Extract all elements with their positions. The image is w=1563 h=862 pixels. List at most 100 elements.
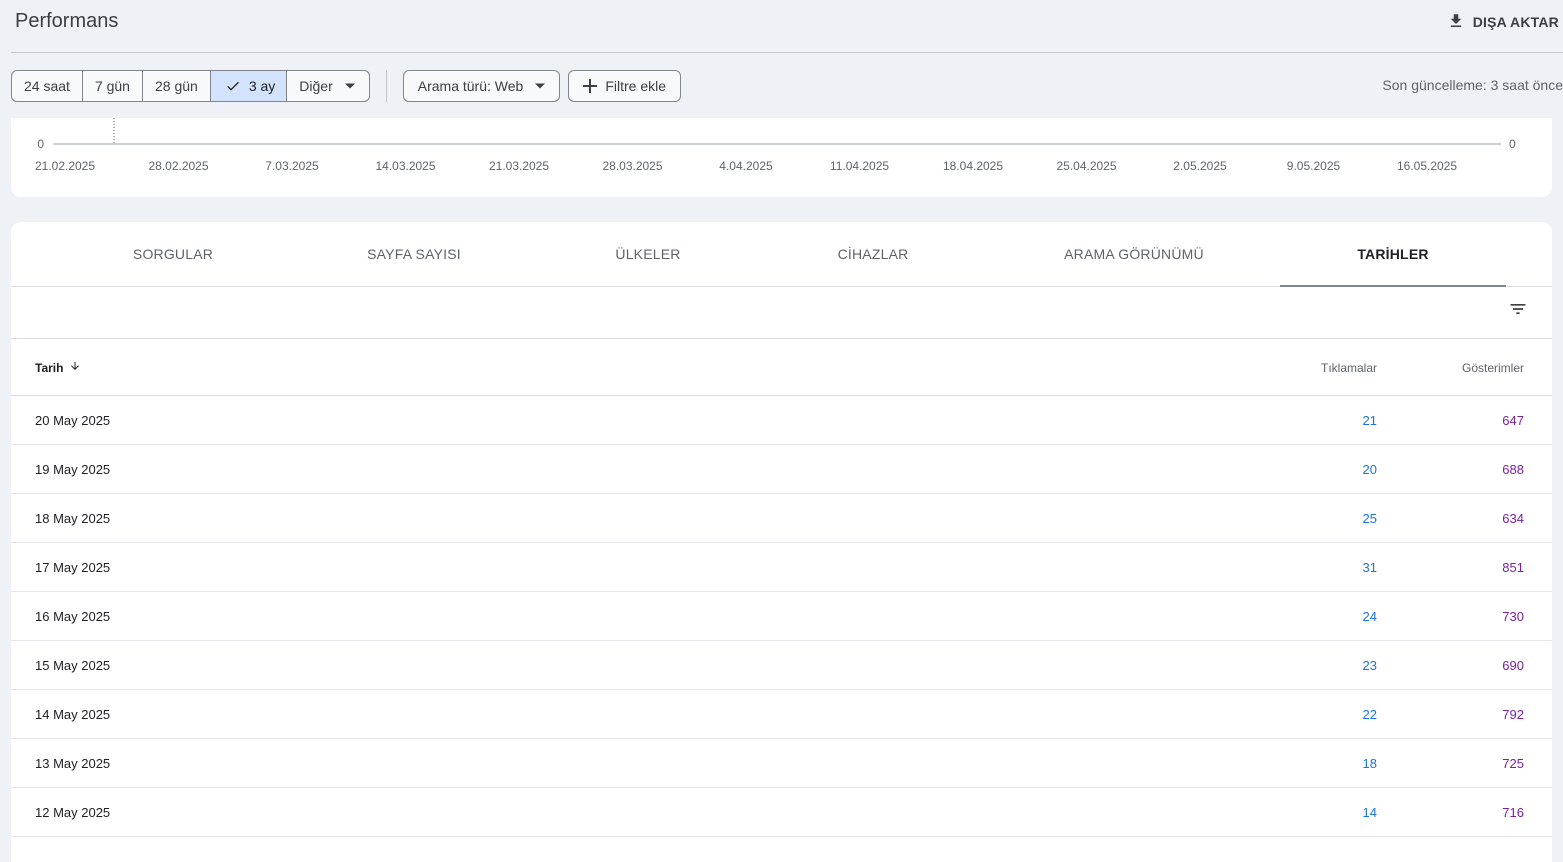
date-range-3m[interactable]: 3 ay [210,71,288,101]
filter-toolbar: 24 saat 7 gün 28 gün 3 ay Diğer Arama tü… [11,70,681,102]
add-filter-label: Filtre ekle [605,78,666,94]
x-axis-tick-label: 21.02.2025 [35,159,95,173]
cell-impressions: 634 [1502,511,1524,526]
results-card: SORGULAR SAYFA SAYISI ÜLKELER CİHAZLAR A… [11,222,1552,862]
date-range-other[interactable]: Diğer [287,71,368,101]
tab-label: ÜLKELER [615,246,681,262]
cell-impressions: 730 [1502,609,1524,624]
date-range-label: 7 gün [94,78,130,94]
tab-pages[interactable]: SAYFA SAYISI [314,222,514,286]
cell-clicks: 22 [1362,707,1377,722]
table-row[interactable]: 17 May 2025 31 851 [11,543,1552,592]
cell-date: 13 May 2025 [35,756,111,771]
x-axis-tick-label: 18.04.2025 [943,159,1003,173]
chart-svg: 0 0 21.02.2025 28.02.2025 7.03.2025 14.03.2… [35,118,1516,173]
cell-impressions: 725 [1502,756,1524,771]
plus-icon [583,79,598,93]
table-row[interactable]: 15 May 2025 23 690 [11,641,1552,690]
x-axis-tick-label: 16.05.2025 [1397,159,1457,173]
cell-date: 20 May 2025 [35,413,111,428]
cell-clicks: 31 [1362,560,1377,575]
x-axis-tick-label: 21.03.2025 [489,159,549,173]
date-range-label: 24 saat [24,78,70,94]
header-divider [11,52,1563,53]
tab-label: SORGULAR [132,246,214,262]
cell-impressions: 688 [1502,462,1524,477]
tab-search-appearance[interactable]: ARAMA GÖRÜNÜMÜ [1034,222,1234,286]
y-axis-left-zero: 0 [37,137,44,151]
tab-label: SAYFA SAYISI [367,246,461,262]
date-range-selector: 24 saat 7 gün 28 gün 3 ay Diğer [11,70,370,102]
table-row[interactable]: 12 May 2025 14 716 [11,788,1552,837]
column-header-clicks[interactable]: Tıklamalar [1321,361,1377,375]
cell-clicks: 25 [1362,511,1377,526]
x-axis-tick-label: 4.04.2025 [719,159,773,173]
cell-clicks: 20 [1362,462,1377,477]
column-header-date[interactable]: Tarih [35,360,81,375]
date-range-24h[interactable]: 24 saat [12,71,83,101]
x-axis-tick-label: 2.05.2025 [1173,159,1227,173]
x-axis-tick-label: 28.03.2025 [602,159,662,173]
search-type-dropdown[interactable]: Arama türü: Web [402,70,561,102]
export-button[interactable]: DIŞA AKTAR [1447,10,1559,34]
cell-date: 17 May 2025 [35,560,111,575]
date-range-label: 28 gün [154,78,198,94]
filter-list-icon[interactable] [1508,299,1528,324]
x-axis-tick-label: 7.03.2025 [265,159,319,173]
tab-queries[interactable]: SORGULAR [73,222,273,286]
cell-date: 18 May 2025 [35,511,111,526]
x-axis-tick-label: 14.03.2025 [375,159,435,173]
cell-impressions: 716 [1502,805,1524,820]
table-header: Tarih Tıklamalar Gösterimler [11,339,1552,396]
dimension-tabs: SORGULAR SAYFA SAYISI ÜLKELER CİHAZLAR A… [11,222,1552,287]
page-title: Performans [15,10,119,32]
cell-date: 19 May 2025 [35,462,111,477]
tab-countries[interactable]: ÜLKELER [548,222,748,286]
download-icon [1447,12,1465,33]
date-range-label: Diğer [299,78,333,94]
search-type-label: Arama türü: Web [417,78,524,94]
column-label: Tarih [35,360,64,375]
toolbar-divider [385,70,387,102]
table-row[interactable]: 19 May 2025 20 688 [11,445,1552,494]
export-label: DIŞA AKTAR [1472,14,1559,30]
tab-dates[interactable]: TARİHLER [1280,222,1506,287]
cell-impressions: 690 [1502,658,1524,673]
column-header-impressions[interactable]: Gösterimler [1462,361,1524,375]
cell-clicks: 18 [1362,756,1377,771]
date-range-label: 3 ay [248,78,276,94]
x-axis-tick-label: 25.04.2025 [1056,159,1116,173]
x-axis-tick-label: 28.02.2025 [148,159,208,173]
cell-impressions: 851 [1502,560,1524,575]
x-axis-tick-label: 9.05.2025 [1287,159,1341,173]
tab-label: CİHAZLAR [837,246,909,262]
check-icon [225,78,241,94]
cell-date: 14 May 2025 [35,707,111,722]
x-axis-tick-label: 11.04.2025 [830,159,889,173]
table-row[interactable]: 18 May 2025 25 634 [11,494,1552,543]
table-filter-bar [11,287,1552,339]
date-range-7d[interactable]: 7 gün [83,71,143,101]
tab-label: TARİHLER [1357,246,1429,262]
tab-devices[interactable]: CİHAZLAR [773,222,973,286]
cell-clicks: 23 [1362,658,1377,673]
cell-clicks: 14 [1362,805,1377,820]
cell-impressions: 792 [1502,707,1524,722]
add-filter-button[interactable]: Filtre ekle [568,70,681,102]
arrow-down-icon [69,360,81,375]
table-row[interactable]: 14 May 2025 22 792 [11,690,1552,739]
table-row[interactable]: 13 May 2025 18 725 [11,739,1552,788]
cell-impressions: 647 [1502,413,1524,428]
cell-date: 15 May 2025 [35,658,111,673]
cell-date: 16 May 2025 [35,609,111,624]
date-range-28d[interactable]: 28 gün [143,71,211,101]
table-row[interactable]: 20 May 2025 21 647 [11,396,1552,445]
caret-down-icon [344,83,355,89]
caret-down-icon [535,83,546,89]
performance-chart: 0 0 21.02.2025 28.02.2025 7.03.2025 14.03.2… [11,118,1552,197]
table-row[interactable]: 16 May 2025 24 730 [11,592,1552,641]
table-body: 20 May 2025 21 647 19 May 2025 20 688 18 May 2… [11,396,1552,837]
cell-date: 12 May 2025 [35,805,111,820]
page-header: Performans DIŞA AKTAR [0,0,1563,53]
y-axis-right-zero: 0 [1509,137,1516,151]
